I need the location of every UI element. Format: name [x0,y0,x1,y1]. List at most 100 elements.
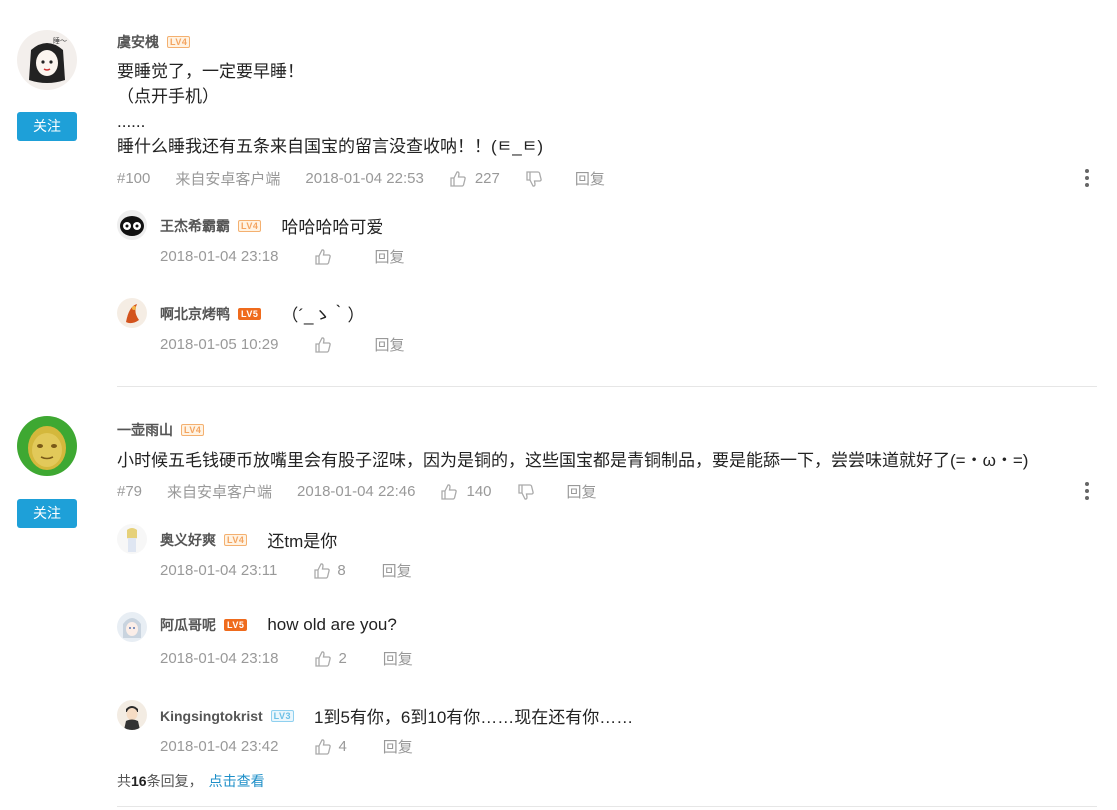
reply-meta: 2018-01-04 23:18 回复 [160,246,440,267]
reply-button[interactable]: 回复 [374,246,404,267]
timestamp: 2018-01-04 23:18 [160,248,279,265]
level-badge: LV5 [238,307,262,320]
thumb-up-icon [314,738,332,756]
avatar[interactable] [117,298,147,328]
avatar[interactable] [117,210,147,240]
reply-meta: 2018-01-05 10:29 回复 [160,334,440,355]
svg-text:睡～: 睡～ [53,37,67,45]
reply-text: 1到5有你，6到10有你……现在还有你…… [314,708,634,727]
like-count: 140 [466,483,492,500]
reply-summary: 共16条回复， 点击查看 [117,771,265,791]
level-badge: LV4 [181,424,205,436]
thumb-up-icon [313,562,331,580]
reply-text: （´_ゝ｀） [281,306,365,325]
reply-item: 啊北京烤鸭 LV5 （´_ゝ｀） 2018-01-05 10:29 回复 [117,298,1097,358]
like-button[interactable] [314,248,338,266]
thumb-up-icon [314,336,332,354]
reply-header: Kingsingtokrist LV3 1到5有你，6到10有你……现在还有你…… [160,703,633,728]
level-badge: LV3 [270,709,295,722]
reply-button[interactable]: 回复 [575,168,605,189]
like-button[interactable]: 140 [440,483,492,501]
reply-button[interactable]: 回复 [567,481,597,502]
author-name[interactable]: 阿瓜哥呢 [160,615,216,635]
view-all-replies-link[interactable]: 点击查看 [209,773,265,789]
like-count: 2 [338,650,347,667]
comment-text: 要睡觉了，一定要早睡！ （点开手机） ...... 睡什么睡我还有五条来自国宝的… [117,62,544,156]
dislike-button[interactable] [517,483,535,501]
summary-prefix: 共 [117,773,131,789]
avatar[interactable] [117,612,147,642]
thumb-up-icon [449,170,467,188]
reply-header: 王杰希霸霸 LV4 哈哈哈哈可爱 [160,213,383,238]
summary-suffix: 条回复， [146,773,203,789]
timestamp: 2018-01-04 23:18 [160,650,279,667]
thumb-down-icon [517,483,535,501]
avatar[interactable]: 睡～ [17,30,77,90]
floor-number: #79 [117,483,143,500]
follow-button[interactable]: 关注 [17,112,77,141]
timestamp: 2018-01-04 23:11 [160,562,278,579]
reply-item: 王杰希霸霸 LV4 哈哈哈哈可爱 2018-01-04 23:18 回复 [117,210,1097,270]
reply-meta: 2018-01-04 23:42 4 回复 [160,736,449,757]
source-label: 来自安卓客户端 [167,484,273,501]
thumb-up-icon [314,248,332,266]
reply-button[interactable]: 回复 [383,648,413,669]
reply-button[interactable]: 回复 [374,334,404,355]
like-button[interactable]: 2 [314,650,347,668]
avatar[interactable] [117,700,147,730]
reply-meta: 2018-01-04 23:18 2 回复 [160,648,449,669]
author-name[interactable]: Kingsingtokrist [160,708,263,724]
thumb-up-icon [440,483,458,501]
timestamp: 2018-01-04 22:53 [305,170,424,187]
timestamp: 2018-01-04 23:42 [160,738,279,755]
reply-button[interactable]: 回复 [383,736,413,757]
author-name[interactable]: 王杰希霸霸 [160,216,230,236]
divider [117,806,1097,807]
more-vertical-icon[interactable] [1085,482,1089,500]
like-button[interactable]: 227 [449,170,500,188]
comment-meta: #79 来自安卓客户端 2018-01-04 22:46 140 回复 [117,481,622,502]
comment-meta: #100 来自安卓客户端 2018-01-04 22:53 227 回复 [117,168,630,189]
reply-text: 还tm是你 [267,532,338,551]
more-vertical-icon[interactable] [1085,169,1089,187]
reply-header: 奥义好爽 LV4 还tm是你 [160,527,337,552]
level-badge: LV5 [224,619,248,631]
reply-header: 阿瓜哥呢 LV5 how old are you? [160,615,397,635]
divider [117,386,1097,387]
comment-text: 小时候五毛钱硬币放嘴里会有股子涩味，因为是铜的，这些国宝都是青铜制品，要是能舔一… [117,451,1029,470]
dislike-button[interactable] [525,170,543,188]
thumb-up-icon [314,650,332,668]
author-name[interactable]: 一壶雨山 [117,420,173,440]
like-count: 8 [337,562,346,579]
author-name[interactable]: 奥义好爽 [160,530,216,550]
follow-button[interactable]: 关注 [17,499,77,528]
avatar[interactable] [17,416,77,476]
author-name[interactable]: 虞安槐 [117,32,159,52]
reply-item: Kingsingtokrist LV3 1到5有你，6到10有你……现在还有你…… [117,700,1097,760]
level-badge: LV4 [167,36,191,48]
timestamp: 2018-01-05 10:29 [160,336,279,353]
reply-button[interactable]: 回复 [382,560,412,581]
like-button[interactable]: 4 [314,738,347,756]
reply-text: how old are you? [267,615,397,634]
timestamp: 2018-01-04 22:46 [297,483,416,500]
like-button[interactable] [314,336,338,354]
like-count: 227 [474,170,500,187]
like-button[interactable]: 8 [313,562,346,580]
avatar[interactable] [117,524,147,554]
reply-header: 啊北京烤鸭 LV5 （´_ゝ｀） [160,301,364,326]
source-label: 来自安卓客户端 [175,171,281,188]
reply-text: 哈哈哈哈可爱 [281,218,384,237]
comment-author: 虞安槐 LV4 [117,32,191,52]
thumb-down-icon [525,170,543,188]
floor-number: #100 [117,170,151,187]
like-count: 4 [338,738,347,755]
reply-count: 16 [131,773,147,789]
reply-item: 奥义好爽 LV4 还tm是你 2018-01-04 23:11 8 回复 [117,524,1097,584]
author-name[interactable]: 啊北京烤鸭 [160,304,230,324]
reply-meta: 2018-01-04 23:11 8 回复 [160,560,448,581]
level-badge: LV4 [224,533,248,546]
level-badge: LV4 [238,219,262,232]
reply-item: 阿瓜哥呢 LV5 how old are you? 2018-01-04 23:… [117,612,1097,672]
comment-author: 一壶雨山 LV4 [117,420,205,440]
